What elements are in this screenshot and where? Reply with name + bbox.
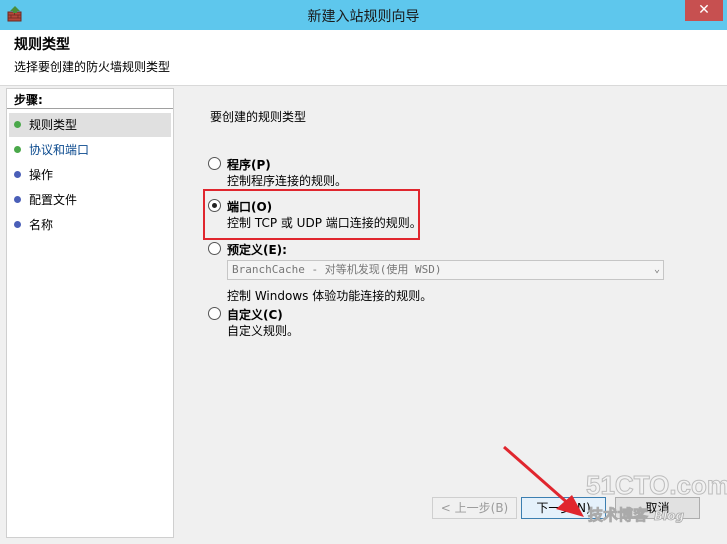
watermark-sub-text: 技术博客 (588, 506, 649, 525)
page-subtitle: 选择要创建的防火墙规则类型 (14, 60, 171, 74)
step-name: 名称 (9, 213, 171, 237)
step-dot-icon (14, 196, 21, 203)
steps-heading: 步骤: (14, 93, 43, 107)
step-action: 操作 (9, 163, 171, 187)
step-label: 名称 (29, 218, 54, 232)
program-radio[interactable] (208, 157, 221, 170)
predefined-select-value: BranchCache - 对等机发现(使用 WSD) (232, 263, 442, 276)
page-title: 规则类型 (14, 37, 70, 53)
step-profile: 配置文件 (9, 188, 171, 212)
step-label: 操作 (29, 168, 54, 182)
step-dot-icon (14, 221, 21, 228)
step-protocol-and-ports[interactable]: 协议和端口 (9, 138, 171, 162)
option-description: 自定义规则。 (227, 324, 300, 338)
option-label: 自定义(C) (227, 308, 283, 322)
step-label: 规则类型 (29, 118, 78, 132)
step-label: 配置文件 (29, 193, 78, 207)
step-label: 协议和端口 (29, 143, 90, 157)
annotation-arrow-icon (503, 445, 584, 517)
predefined-select[interactable]: BranchCache - 对等机发现(使用 WSD) ⌄ (227, 260, 664, 280)
step-dot-icon (14, 121, 21, 128)
chevron-down-icon: ⌄ (653, 264, 660, 275)
step-dot-icon (14, 171, 21, 178)
step-rule-type: 规则类型 (9, 113, 171, 137)
annotation-highlight-box (203, 189, 420, 240)
option-label: 程序(P) (227, 158, 271, 172)
watermark-blog: Blog (654, 509, 685, 524)
watermark-sub: 技术博客 Blog (588, 504, 685, 525)
option-label: 预定义(E): (227, 243, 287, 257)
rule-type-question: 要创建的规则类型 (210, 110, 307, 124)
step-dot-icon (14, 146, 21, 153)
option-description: 控制程序连接的规则。 (227, 174, 348, 188)
close-button[interactable]: ✕ (685, 0, 723, 21)
title-bar: 新建入站规则向导 ✕ (0, 0, 727, 30)
window-title: 新建入站规则向导 (307, 9, 420, 25)
watermark-logo: 51CTO.com 技术博客 Blog (585, 470, 727, 530)
custom-radio[interactable] (208, 307, 221, 320)
steps-panel: 步骤: 规则类型 协议和端口 操作 配置文件 名称 (6, 88, 174, 538)
steps-divider (7, 108, 173, 109)
wizard-header: 规则类型 选择要创建的防火墙规则类型 (0, 30, 727, 86)
watermark-main: 51CTO.com (585, 470, 727, 501)
predefined-radio[interactable] (208, 242, 221, 255)
option-description: 控制 Windows 体验功能连接的规则。 (227, 289, 433, 303)
